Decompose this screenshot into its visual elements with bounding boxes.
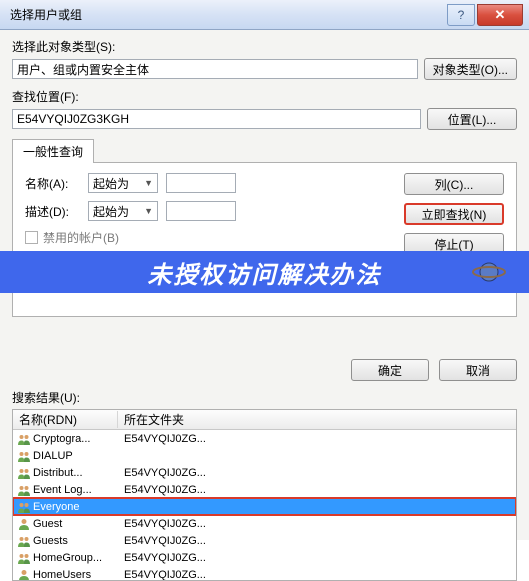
group-icon: [15, 466, 33, 480]
group-icon: [15, 500, 33, 514]
close-icon: ✕: [495, 7, 506, 23]
table-row[interactable]: HomeUsersE54VYQIJ0ZG...: [13, 566, 516, 581]
close-button[interactable]: ✕: [477, 4, 523, 26]
chevron-down-icon: ▼: [144, 178, 153, 188]
col-header-folder[interactable]: 所在文件夹: [118, 411, 516, 428]
planet-icon: [471, 258, 507, 286]
col-header-name[interactable]: 名称(RDN): [13, 411, 118, 428]
table-row[interactable]: DIALUP: [13, 447, 516, 464]
columns-button[interactable]: 列(C)...: [404, 173, 504, 195]
banner-text: 未授权访问解决办法: [148, 255, 382, 290]
row-name: Cryptogra...: [33, 433, 118, 445]
row-folder: E54VYQIJ0ZG...: [118, 535, 516, 547]
help-icon: ?: [458, 8, 465, 22]
locations-button[interactable]: 位置(L)...: [427, 108, 517, 130]
table-row[interactable]: HomeGroup...E54VYQIJ0ZG...: [13, 549, 516, 566]
group-icon: [15, 534, 33, 548]
row-folder: E54VYQIJ0ZG...: [118, 467, 516, 479]
row-name: Event Log...: [33, 484, 118, 496]
row-name: Distribut...: [33, 467, 118, 479]
row-name: DIALUP: [33, 450, 118, 462]
group-icon: [15, 483, 33, 497]
object-type-field: 用户、组或内置安全主体: [12, 59, 418, 79]
row-name: HomeGroup...: [33, 552, 118, 564]
location-field: E54VYQIJ0ZG3KGH: [12, 109, 421, 129]
results-header: 名称(RDN) 所在文件夹: [13, 410, 516, 430]
name-label: 名称(A):: [25, 175, 80, 192]
table-row[interactable]: Cryptogra...E54VYQIJ0ZG...: [13, 430, 516, 447]
titlebar: 选择用户或组 ? ✕: [0, 0, 529, 30]
window-controls: ? ✕: [445, 4, 523, 26]
disabled-accounts-label: 禁用的帐户(B): [43, 229, 119, 246]
table-row[interactable]: Everyone: [13, 498, 516, 515]
tab-panel: 名称(A): 起始为▼ 描述(D): 起始为▼ 禁用的帐户(B) 不过期密码(X…: [12, 162, 517, 317]
ok-button[interactable]: 确定: [351, 359, 429, 381]
row-folder: E54VYQIJ0ZG...: [118, 433, 516, 445]
user-icon: [15, 568, 33, 581]
row-folder: E54VYQIJ0ZG...: [118, 569, 516, 581]
row-name: HomeUsers: [33, 569, 118, 581]
group-icon: [15, 432, 33, 446]
row-name: Everyone: [33, 501, 118, 513]
tab-common-queries[interactable]: 一般性查询: [12, 139, 94, 163]
table-row[interactable]: Event Log...E54VYQIJ0ZG...: [13, 481, 516, 498]
find-now-button[interactable]: 立即查找(N): [404, 203, 504, 225]
desc-input[interactable]: [166, 201, 236, 221]
table-row[interactable]: GuestsE54VYQIJ0ZG...: [13, 532, 516, 549]
help-button[interactable]: ?: [447, 4, 475, 26]
object-types-button[interactable]: 对象类型(O)...: [424, 58, 517, 80]
user-icon: [15, 517, 33, 531]
row-folder: E54VYQIJ0ZG...: [118, 518, 516, 530]
cancel-button[interactable]: 取消: [439, 359, 517, 381]
window-title: 选择用户或组: [0, 6, 445, 23]
name-input[interactable]: [166, 173, 236, 193]
location-label: 查找位置(F):: [12, 88, 517, 105]
object-type-label: 选择此对象类型(S):: [12, 38, 517, 55]
desc-op-dropdown[interactable]: 起始为▼: [88, 201, 158, 221]
group-icon: [15, 449, 33, 463]
results-table: 名称(RDN) 所在文件夹 Cryptogra...E54VYQIJ0ZG...…: [12, 409, 517, 581]
results-label: 搜索结果(U):: [12, 389, 517, 406]
results-body: Cryptogra...E54VYQIJ0ZG...DIALUPDistribu…: [13, 430, 516, 581]
table-row[interactable]: Distribut...E54VYQIJ0ZG...: [13, 464, 516, 481]
chevron-down-icon: ▼: [144, 206, 153, 216]
row-folder: E54VYQIJ0ZG...: [118, 484, 516, 496]
row-folder: E54VYQIJ0ZG...: [118, 552, 516, 564]
row-name: Guests: [33, 535, 118, 547]
name-op-dropdown[interactable]: 起始为▼: [88, 173, 158, 193]
group-icon: [15, 551, 33, 565]
row-name: Guest: [33, 518, 118, 530]
desc-label: 描述(D):: [25, 203, 80, 220]
disabled-accounts-checkbox[interactable]: [25, 231, 38, 244]
table-row[interactable]: GuestE54VYQIJ0ZG...: [13, 515, 516, 532]
banner-overlay: 未授权访问解决办法: [0, 251, 529, 293]
